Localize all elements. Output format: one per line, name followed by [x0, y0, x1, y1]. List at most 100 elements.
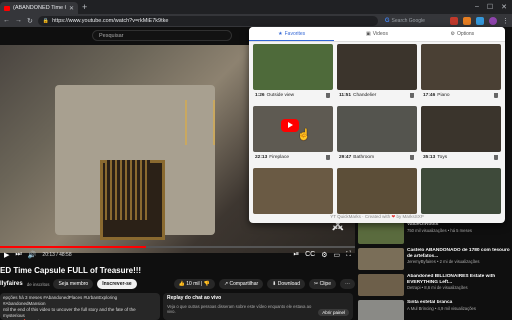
download-label: Download — [277, 281, 300, 287]
bookmark-label: Bathroom — [353, 154, 375, 160]
bookmark-thumbnail[interactable] — [337, 44, 417, 90]
address-bar: ← → ↻ 🔒 https://www.youtube.com/watch?v=… — [0, 14, 512, 27]
trash-icon[interactable] — [326, 92, 330, 98]
video-time: 20:13 / 48:58 — [42, 252, 72, 258]
back-icon[interactable]: ← — [3, 17, 10, 24]
settings-icon[interactable]: ⚙ — [321, 251, 327, 259]
autoplay-toggle[interactable]: ⏯ — [293, 251, 299, 259]
bookmark-caption: 29:47 Bathroom — [337, 152, 417, 162]
bookmark-card[interactable]: 11:51 Chandelier — [337, 44, 417, 100]
extension-icon[interactable] — [463, 16, 471, 25]
subscriber-count: de inscritos — [26, 281, 50, 287]
bookmark-thumbnail[interactable]: ☝ — [253, 106, 333, 152]
bookmark-timestamp[interactable]: 35:13 — [423, 155, 435, 160]
list-item[interactable]: Abandoned BILLIONAIRES Estate with EVERY… — [358, 274, 512, 298]
close-icon[interactable]: ✕ — [69, 5, 74, 12]
clip-button[interactable]: ✂ Clipe — [309, 279, 336, 289]
like-count: 10 mil — [186, 281, 200, 287]
video-progress-fill — [0, 246, 146, 248]
bookmark-thumbnail[interactable] — [337, 106, 417, 152]
fullscreen-icon[interactable]: ⛶ — [346, 251, 351, 259]
bookmark-card[interactable]: ☝ 22:13 Fireplace — [253, 106, 333, 162]
trash-icon[interactable] — [410, 92, 414, 98]
channel-row: llyfaires de inscritos Seja membro Inscr… — [0, 278, 355, 290]
share-button[interactable]: ↗ Compartilhar — [218, 279, 264, 289]
bookmark-thumbnail[interactable] — [253, 44, 333, 90]
rec-meta: JeremyByfaires • 2 mi de visualizações — [407, 259, 480, 264]
more-actions-button[interactable]: ⋯ — [340, 279, 355, 289]
join-button[interactable]: Seja membro — [53, 279, 94, 289]
rec-thumbnail — [358, 300, 404, 320]
list-item[interactable]: Castelo ABANDONADO de 1780 com tesouro d… — [358, 248, 512, 272]
trash-icon[interactable] — [494, 92, 498, 98]
bookmark-timestamp[interactable]: 11:51 — [339, 93, 351, 98]
video-icon: ▣ — [366, 31, 371, 37]
gear-icon: ⚙ — [450, 31, 455, 37]
recommendations-list: ValueOfRoots 750 mil visualizações • há 5… — [358, 222, 512, 320]
browser-tab[interactable]: (ABANDONED Time Ca ✕ — [0, 2, 78, 14]
bookmark-timestamp[interactable]: 29:47 — [339, 155, 351, 160]
bookmark-card[interactable]: 35:13 Toys — [421, 106, 501, 162]
google-search-placeholder: Search Google — [391, 17, 425, 24]
bookmark-grid: 1:26 Outside view 11:51 Chandelier 17:46 Pian… — [253, 44, 501, 223]
tab-videos[interactable]: ▣ Videos — [334, 27, 419, 41]
bookmark-timestamp[interactable]: 17:46 — [423, 93, 435, 98]
bookmark-card[interactable]: 1:26 Outside view — [253, 44, 333, 100]
bookmark-card[interactable]: 17:46 Piano — [421, 44, 501, 100]
forward-icon[interactable]: → — [15, 17, 22, 24]
list-item[interactable]: Sinta estetal branca A Mul Brincing • 4,9… — [358, 300, 512, 320]
bookmark-card[interactable]: 29:47 Bathroom — [337, 106, 417, 162]
bookmark-caption: 35:13 Toys — [421, 152, 501, 162]
like-button[interactable]: 👍 10 mil | 👎 — [173, 279, 215, 289]
list-item[interactable]: ValueOfRoots 750 mil visualizações • há 5… — [358, 222, 512, 246]
video-frame-candelabra — [185, 100, 215, 145]
video-title: ED Time Capsule FULL of Treasure!!! — [0, 266, 142, 275]
url-field[interactable]: 🔒 https://www.youtube.com/watch?v=rkMiE7… — [37, 15, 378, 26]
download-button[interactable]: ⬇ Download — [267, 279, 305, 289]
google-search-box[interactable]: G Search Google — [385, 18, 425, 24]
bookmark-thumbnail[interactable] — [421, 168, 501, 214]
browser-tab-bar: (ABANDONED Time Ca ✕ + – ☐ ✕ — [0, 0, 512, 14]
youtube-search-input[interactable]: Pesquisar — [92, 30, 232, 41]
tab-favorites[interactable]: ★ Favorites — [249, 27, 335, 41]
tab-options[interactable]: ⚙ Options — [420, 27, 505, 41]
bookmark-thumbnail[interactable] — [421, 106, 501, 152]
menu-icon[interactable]: ⋮ — [502, 17, 509, 25]
video-description[interactable]: epções há 3 meses #AbandonedPlaces #Urba… — [0, 293, 160, 320]
rec-thumbnail — [358, 248, 404, 270]
bookmark-timestamp[interactable]: 22:13 — [255, 155, 267, 160]
theater-icon[interactable]: ▭ — [333, 251, 340, 259]
next-icon[interactable]: ⏭ — [15, 251, 21, 259]
bookmark-thumbnail[interactable] — [337, 168, 417, 214]
subtitles-icon[interactable]: CC — [305, 251, 315, 259]
profile-avatar[interactable] — [489, 16, 497, 25]
volume-icon[interactable]: 🔊 — [28, 251, 37, 259]
extension-icon[interactable] — [450, 16, 458, 25]
extension-icon[interactable] — [476, 16, 484, 25]
rec-title: Abandoned BILLIONAIRES Estate with EVERY… — [407, 274, 496, 285]
livechat-title: Replay do chat ao vivo — [167, 295, 222, 301]
reload-icon[interactable]: ↻ — [27, 17, 33, 25]
bookmark-thumbnail[interactable] — [253, 168, 333, 214]
footer-text-post: by MarksSXP — [396, 214, 424, 219]
play-icon[interactable]: ▶ — [4, 251, 9, 259]
bookmark-timestamp[interactable]: 1:26 — [255, 93, 265, 98]
hand-cursor-icon: ☝ — [297, 129, 311, 141]
trash-icon[interactable] — [410, 154, 414, 160]
channel-name[interactable]: llyfaires — [0, 281, 23, 287]
video-progress-bar[interactable] — [0, 246, 355, 248]
new-tab-button[interactable]: + — [82, 2, 87, 12]
livechat-panel: Replay do chat ao vivo Veja o que outras… — [163, 293, 353, 320]
rec-meta: Detrapi • 8,6 mi de visualizações — [407, 285, 468, 290]
minimize-icon[interactable]: – — [475, 3, 479, 11]
trash-icon[interactable] — [494, 154, 498, 160]
subscribe-button[interactable]: Inscrever-se — [97, 279, 137, 289]
url-text: https://www.youtube.com/watch?v=rkMiE7k9… — [52, 17, 169, 24]
bookmark-caption: 11:51 Chandelier — [337, 90, 417, 100]
open-panel-button[interactable]: Abrir painel — [318, 309, 349, 316]
close-window-icon[interactable]: ✕ — [501, 3, 507, 11]
popup-tabs: ★ Favorites ▣ Videos ⚙ Options — [249, 27, 505, 42]
maximize-icon[interactable]: ☐ — [487, 3, 493, 11]
bookmark-thumbnail[interactable] — [421, 44, 501, 90]
trash-icon[interactable] — [326, 154, 330, 160]
